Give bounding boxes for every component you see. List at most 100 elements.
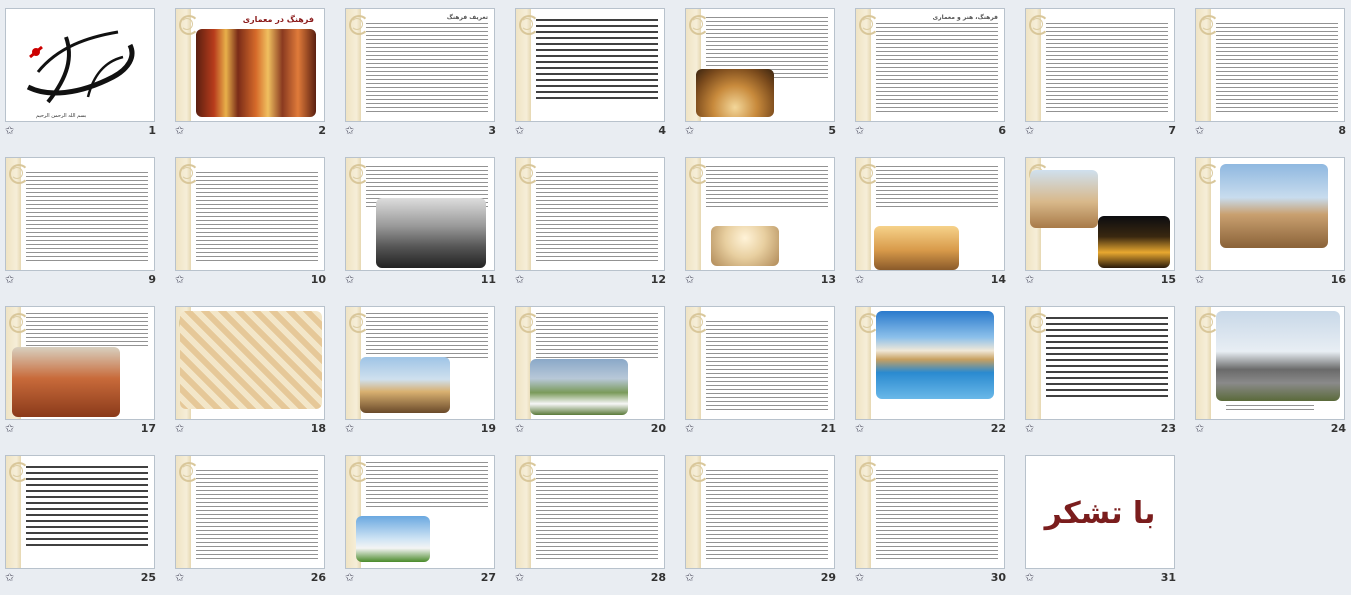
slide-thumbnail-3[interactable]: تعریف فرهنگ ✩ 3: [340, 0, 510, 148]
slide-thumbnail-6[interactable]: فرهنگ، هنر و معماری ✩ 6: [850, 0, 1020, 148]
animation-star-icon[interactable]: ✩: [685, 124, 694, 137]
slide-thumbnail-7[interactable]: ✩ 7: [1020, 0, 1190, 148]
slide-thumbnail-22[interactable]: ✩ 22: [850, 298, 1020, 446]
animation-star-icon[interactable]: ✩: [515, 422, 524, 435]
slide-thumbnail-9[interactable]: ✩ 9: [0, 149, 170, 297]
animation-star-icon[interactable]: ✩: [855, 273, 864, 286]
animation-star-icon[interactable]: ✩: [345, 571, 354, 584]
slide-thumbnail-1[interactable]: بسم الله الرحمن الرحیم ✩ 1: [0, 0, 170, 148]
slide-thumbnail-12[interactable]: ✩ 12: [510, 149, 680, 297]
slide-canvas[interactable]: [515, 157, 665, 271]
animation-star-icon[interactable]: ✩: [5, 571, 14, 584]
slide-thumbnail-14[interactable]: ✩ 14: [850, 149, 1020, 297]
animation-star-icon[interactable]: ✩: [1195, 273, 1204, 286]
slide-thumbnail-16[interactable]: ✩ 16: [1190, 149, 1351, 297]
decorative-strip: [1196, 158, 1219, 270]
slide-thumbnail-5[interactable]: ✩ 5: [680, 0, 850, 148]
slide-canvas[interactable]: [1195, 306, 1345, 420]
slide-canvas[interactable]: [345, 157, 495, 271]
slide-canvas[interactable]: [685, 306, 835, 420]
text-lines: [196, 172, 318, 264]
slide-thumbnail-30[interactable]: ✩ 30: [850, 447, 1020, 595]
slide-thumbnail-8[interactable]: ✩ 8: [1190, 0, 1351, 148]
slide-thumbnail-10[interactable]: ✩ 10: [170, 149, 340, 297]
animation-star-icon[interactable]: ✩: [5, 422, 14, 435]
slide-thumbnail-17[interactable]: ✩ 17: [0, 298, 170, 446]
slide-number: 23: [1160, 422, 1176, 435]
slide-canvas[interactable]: [345, 306, 495, 420]
slide-canvas[interactable]: [175, 455, 325, 569]
animation-star-icon[interactable]: ✩: [1025, 571, 1034, 584]
animation-star-icon[interactable]: ✩: [1025, 124, 1034, 137]
slide-canvas[interactable]: [1025, 157, 1175, 271]
animation-star-icon[interactable]: ✩: [1025, 273, 1034, 286]
animation-star-icon[interactable]: ✩: [515, 571, 524, 584]
slide-canvas[interactable]: [515, 8, 665, 122]
animation-star-icon[interactable]: ✩: [175, 422, 184, 435]
slide-thumbnail-31[interactable]: با تشکر ✩ 31: [1020, 447, 1190, 595]
slide-number: 2: [318, 124, 326, 137]
animation-star-icon[interactable]: ✩: [175, 273, 184, 286]
slide-canvas[interactable]: [1195, 8, 1345, 122]
slide-canvas[interactable]: با تشکر: [1025, 455, 1175, 569]
animation-star-icon[interactable]: ✩: [5, 273, 14, 286]
slide-canvas[interactable]: [685, 157, 835, 271]
animation-star-icon[interactable]: ✩: [1025, 422, 1034, 435]
animation-star-icon[interactable]: ✩: [175, 124, 184, 137]
animation-star-icon[interactable]: ✩: [685, 273, 694, 286]
slide-canvas[interactable]: [5, 157, 155, 271]
slide-thumbnail-24[interactable]: ✩ 24: [1190, 298, 1351, 446]
slide-canvas[interactable]: [175, 306, 325, 420]
slide-canvas[interactable]: تعریف فرهنگ: [345, 8, 495, 122]
slide-thumbnail-18[interactable]: ✩ 18: [170, 298, 340, 446]
slide-thumbnail-2[interactable]: فرهنگ در معماری ✩ 2: [170, 0, 340, 148]
slide-canvas[interactable]: [855, 455, 1005, 569]
slide-canvas[interactable]: [5, 455, 155, 569]
slide-canvas[interactable]: [1025, 306, 1175, 420]
animation-star-icon[interactable]: ✩: [175, 571, 184, 584]
slide-thumbnail-29[interactable]: ✩ 29: [680, 447, 850, 595]
animation-star-icon[interactable]: ✩: [515, 124, 524, 137]
animation-star-icon[interactable]: ✩: [345, 273, 354, 286]
slide-thumbnail-11[interactable]: ✩ 11: [340, 149, 510, 297]
text-lines: [366, 23, 488, 115]
slide-thumbnail-4[interactable]: ✩ 4: [510, 0, 680, 148]
slide-thumbnail-15[interactable]: ✩ 15: [1020, 149, 1190, 297]
slide-thumbnail-26[interactable]: ✩ 26: [170, 447, 340, 595]
animation-star-icon[interactable]: ✩: [1195, 422, 1204, 435]
slide-canvas[interactable]: [175, 157, 325, 271]
slide-canvas[interactable]: [345, 455, 495, 569]
slide-canvas[interactable]: [685, 8, 835, 122]
animation-star-icon[interactable]: ✩: [685, 422, 694, 435]
slide-thumbnail-27[interactable]: ✩ 27: [340, 447, 510, 595]
animation-star-icon[interactable]: ✩: [515, 273, 524, 286]
slide-title: تعریف فرهنگ: [446, 14, 488, 21]
animation-star-icon[interactable]: ✩: [345, 124, 354, 137]
animation-star-icon[interactable]: ✩: [685, 571, 694, 584]
slide-canvas[interactable]: [855, 306, 1005, 420]
slide-thumbnail-23[interactable]: ✩ 23: [1020, 298, 1190, 446]
slide-canvas[interactable]: [515, 455, 665, 569]
slide-thumbnail-19[interactable]: ✩ 19: [340, 298, 510, 446]
slide-canvas[interactable]: [1025, 8, 1175, 122]
slide-thumbnail-25[interactable]: ✩ 25: [0, 447, 170, 595]
animation-star-icon[interactable]: ✩: [855, 124, 864, 137]
slide-thumbnail-20[interactable]: ✩ 20: [510, 298, 680, 446]
slide-canvas[interactable]: [1195, 157, 1345, 271]
slide-thumbnail-21[interactable]: ✩ 21: [680, 298, 850, 446]
animation-star-icon[interactable]: ✩: [855, 422, 864, 435]
animation-star-icon[interactable]: ✩: [1195, 124, 1204, 137]
slide-number: 19: [480, 422, 496, 435]
slide-thumbnail-13[interactable]: ✩ 13: [680, 149, 850, 297]
animation-star-icon[interactable]: ✩: [345, 422, 354, 435]
slide-canvas[interactable]: [515, 306, 665, 420]
slide-canvas[interactable]: [685, 455, 835, 569]
slide-canvas[interactable]: فرهنگ در معماری: [175, 8, 325, 122]
slide-canvas[interactable]: بسم الله الرحمن الرحیم: [5, 8, 155, 122]
animation-star-icon[interactable]: ✩: [855, 571, 864, 584]
slide-canvas[interactable]: [855, 157, 1005, 271]
slide-thumbnail-28[interactable]: ✩ 28: [510, 447, 680, 595]
animation-star-icon[interactable]: ✩: [5, 124, 14, 137]
slide-canvas[interactable]: فرهنگ، هنر و معماری: [855, 8, 1005, 122]
slide-canvas[interactable]: [5, 306, 155, 420]
